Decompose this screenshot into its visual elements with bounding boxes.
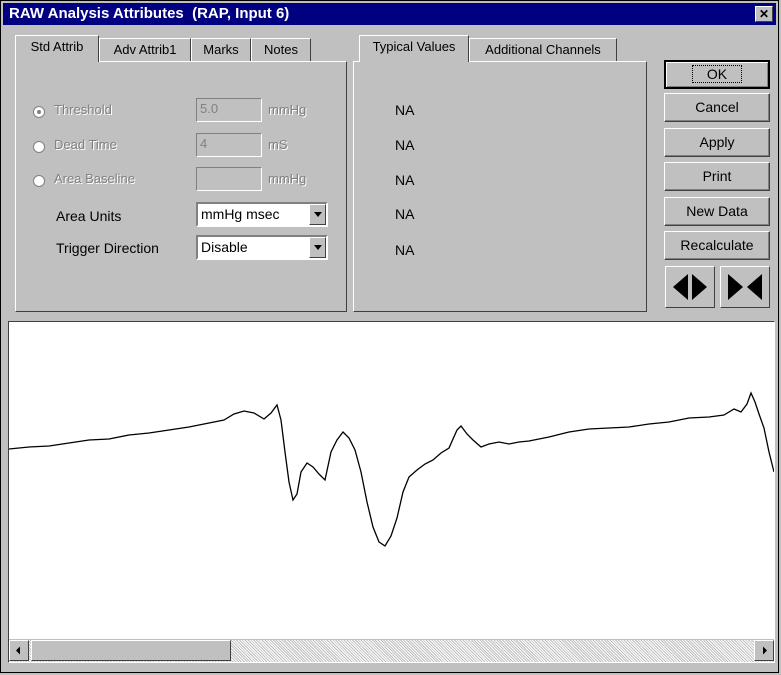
chevron-right-icon: [763, 646, 767, 655]
area-units-value: mmHg msec: [201, 206, 280, 222]
scrollbar-thumb[interactable]: [31, 640, 231, 661]
chevron-down-icon[interactable]: [309, 237, 326, 258]
area-units-label: Area Units: [56, 208, 122, 224]
dialog-window: RAW Analysis Attributes (RAP, Input 6) ✕…: [0, 0, 779, 673]
close-button[interactable]: ✕: [755, 6, 773, 22]
chevron-down-icon[interactable]: [309, 204, 326, 225]
title-bar: RAW Analysis Attributes (RAP, Input 6) ✕: [3, 3, 776, 25]
new-data-button[interactable]: New Data: [664, 197, 770, 226]
typical-values-panel: NA NA NA NA NA: [353, 61, 647, 312]
typical-value-4: NA: [395, 206, 415, 222]
apply-button[interactable]: Apply: [664, 128, 770, 157]
window-title: RAW Analysis Attributes (RAP, Input 6): [9, 5, 290, 22]
threshold-radio: [33, 106, 45, 118]
trigger-direction-value: Disable: [201, 239, 248, 255]
expand-arrows-icon: [673, 274, 707, 300]
waveform-canvas: [9, 391, 774, 547]
expand-button[interactable]: [665, 266, 715, 308]
waveform-trace: [9, 391, 774, 547]
area-baseline-unit: mmHg: [268, 171, 307, 186]
tab-additional-channels[interactable]: Additional Channels: [469, 38, 617, 62]
tab-adv-attrib1[interactable]: Adv Attrib1: [99, 38, 191, 62]
tab-notes[interactable]: Notes: [251, 38, 311, 62]
contract-button[interactable]: [720, 266, 770, 308]
area-baseline-label: Area Baseline: [54, 171, 135, 186]
dead-time-radio: [33, 141, 45, 153]
tab-std-attrib[interactable]: Std Attrib: [15, 35, 99, 62]
dead-time-field: 4: [196, 133, 262, 157]
typical-value-1: NA: [395, 102, 415, 118]
area-baseline-field: [196, 167, 262, 191]
threshold-field: 5.0: [196, 98, 262, 122]
ok-button-label: OK: [691, 65, 743, 83]
trigger-direction-select[interactable]: Disable: [196, 235, 328, 260]
threshold-label: Threshold: [54, 102, 112, 117]
tab-marks[interactable]: Marks: [191, 38, 251, 62]
dead-time-label: Dead Time: [54, 137, 117, 152]
threshold-unit: mmHg: [268, 102, 307, 117]
trigger-direction-label: Trigger Direction: [56, 240, 159, 256]
typical-value-2: NA: [395, 137, 415, 153]
std-attrib-panel: Threshold 5.0 mmHg Dead Time 4 mS Area B…: [15, 61, 347, 312]
waveform-plot: [8, 321, 775, 663]
typical-value-3: NA: [395, 172, 415, 188]
print-button[interactable]: Print: [664, 162, 770, 191]
horizontal-scrollbar[interactable]: [9, 639, 774, 662]
area-baseline-radio: [33, 175, 45, 187]
scroll-left-button[interactable]: [9, 640, 29, 661]
dead-time-unit: mS: [268, 137, 288, 152]
recalculate-button[interactable]: Recalculate: [664, 231, 770, 260]
chevron-left-icon: [16, 646, 20, 655]
scroll-right-button[interactable]: [754, 640, 774, 661]
cancel-button[interactable]: Cancel: [664, 93, 770, 122]
contract-arrows-icon: [728, 274, 762, 300]
area-units-select[interactable]: mmHg msec: [196, 202, 328, 227]
typical-value-5: NA: [395, 242, 415, 258]
tab-typical-values[interactable]: Typical Values: [359, 35, 469, 62]
ok-button[interactable]: OK: [664, 60, 770, 89]
